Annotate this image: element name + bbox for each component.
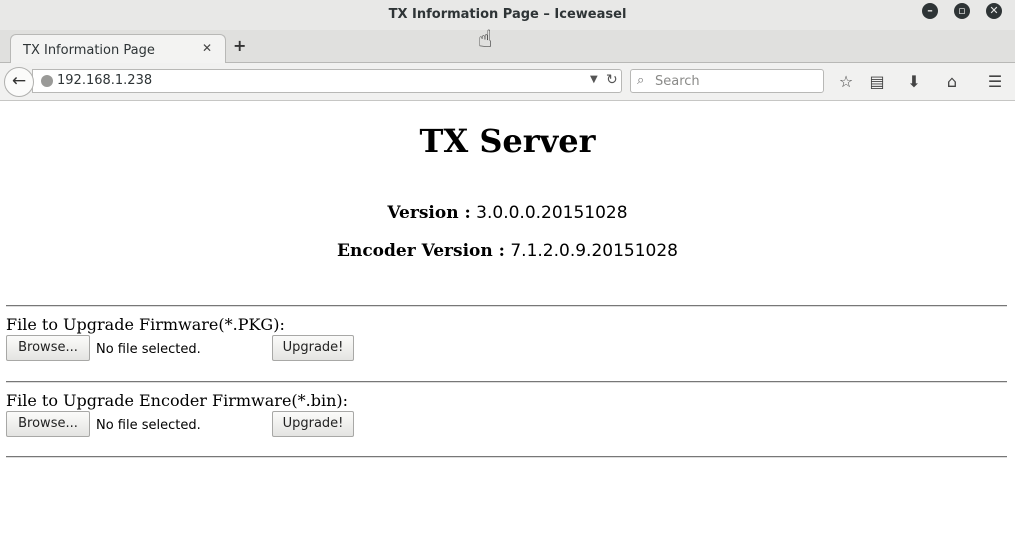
window-title: TX Information Page – Iceweasel (388, 7, 627, 22)
encoder-version-label: Encoder Version : (337, 241, 505, 261)
version-label: Version : (387, 203, 471, 223)
maximize-button[interactable]: ▫ (954, 3, 970, 19)
dropdown-icon[interactable]: ▼ (590, 74, 598, 85)
firmware-browse-button[interactable]: Browse... (6, 335, 90, 361)
tab-label: TX Information Page (23, 43, 155, 58)
url-text[interactable]: 192.168.1.238 (57, 73, 152, 88)
firmware-upgrade-button[interactable]: Upgrade! (272, 335, 354, 361)
new-tab-button[interactable]: + (233, 36, 246, 55)
url-bar[interactable]: 192.168.1.238 ▼ ↻ (32, 69, 622, 93)
page-content: TX Server Version : 3.0.0.0.20151028 Enc… (0, 102, 1015, 549)
divider (6, 305, 1007, 307)
close-window-button[interactable]: ✕ (986, 3, 1002, 19)
divider (6, 381, 1007, 383)
globe-icon (41, 75, 53, 87)
encoder-firmware-file-status: No file selected. (96, 418, 201, 433)
back-button[interactable]: ← (4, 67, 34, 97)
search-icon: ⌕ (637, 73, 645, 88)
window-titlebar: TX Information Page – Iceweasel – ▫ ✕ (0, 0, 1015, 30)
home-icon[interactable]: ⌂ (941, 72, 963, 91)
divider (6, 456, 1007, 458)
encoder-firmware-upload-label: File to Upgrade Encoder Firmware(*.bin): (6, 391, 349, 410)
firmware-upload-label: File to Upgrade Firmware(*.PKG): (6, 315, 285, 334)
encoder-version-line: Encoder Version : 7.1.2.0.9.20151028 (0, 241, 1015, 261)
tab-tx-information-page[interactable]: TX Information Page ✕ (10, 34, 226, 64)
menu-icon[interactable]: ☰ (984, 72, 1006, 91)
download-icon[interactable]: ⬇ (903, 72, 925, 91)
search-input[interactable]: ⌕ Search (630, 69, 824, 93)
reload-icon[interactable]: ↻ (606, 72, 618, 88)
version-value: 3.0.0.0.20151028 (476, 203, 628, 223)
hand-cursor-icon: ☝ (478, 25, 493, 53)
firmware-file-status: No file selected. (96, 342, 201, 357)
navigation-toolbar: 192.168.1.238 ▼ ↻ ← ⌕ Search ☆ ▤ ⬇ ⌂ ☰ (0, 63, 1015, 101)
tab-close-icon[interactable]: ✕ (202, 41, 212, 55)
tab-strip: TX Information Page ✕ + (0, 30, 1015, 64)
encoder-version-value: 7.1.2.0.9.20151028 (510, 241, 678, 261)
encoder-firmware-upgrade-button[interactable]: Upgrade! (272, 411, 354, 437)
encoder-firmware-browse-button[interactable]: Browse... (6, 411, 90, 437)
page-title: TX Server (419, 122, 596, 160)
version-line: Version : 3.0.0.0.20151028 (0, 203, 1015, 223)
minimize-button[interactable]: – (922, 3, 938, 19)
search-placeholder: Search (655, 74, 700, 89)
bookmark-star-icon[interactable]: ☆ (835, 72, 857, 91)
reading-list-icon[interactable]: ▤ (866, 72, 888, 91)
